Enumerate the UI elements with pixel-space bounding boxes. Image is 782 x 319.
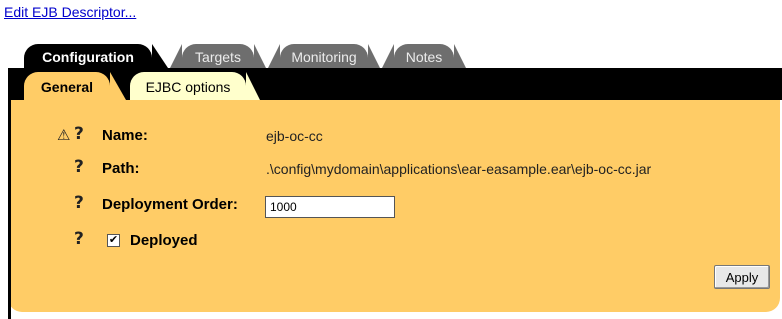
path-label: Path: [102, 160, 140, 177]
left-border [8, 100, 11, 319]
tab-targets[interactable]: Targets [170, 44, 266, 68]
subtab-general[interactable]: General [24, 72, 126, 100]
tab-monitoring[interactable]: Monitoring [268, 44, 380, 68]
tab-notes[interactable]: Notes [382, 44, 466, 68]
deployment-order-input[interactable] [265, 196, 395, 218]
help-icon[interactable]: ? [74, 157, 84, 177]
help-icon[interactable]: ? [74, 124, 84, 144]
path-value: .\config\mydomain\applications\ear-easam… [266, 161, 652, 177]
deployment-order-label: Deployment Order: [102, 196, 238, 213]
name-value: ejb-oc-cc [266, 128, 323, 144]
apply-button[interactable]: Apply [714, 265, 770, 289]
name-label: Name: [102, 127, 148, 144]
edit-ejb-descriptor-link[interactable]: Edit EJB Descriptor... [4, 4, 136, 20]
help-icon[interactable]: ? [74, 229, 84, 249]
deployed-label: Deployed [130, 232, 198, 249]
warning-icon: ⚠ [57, 127, 71, 144]
subtab-ejbc-options[interactable]: EJBC options [130, 72, 260, 100]
help-icon[interactable]: ? [74, 193, 84, 213]
tab-configuration[interactable]: Configuration [24, 44, 168, 68]
deployed-checkbox[interactable]: ✔ [107, 234, 120, 247]
